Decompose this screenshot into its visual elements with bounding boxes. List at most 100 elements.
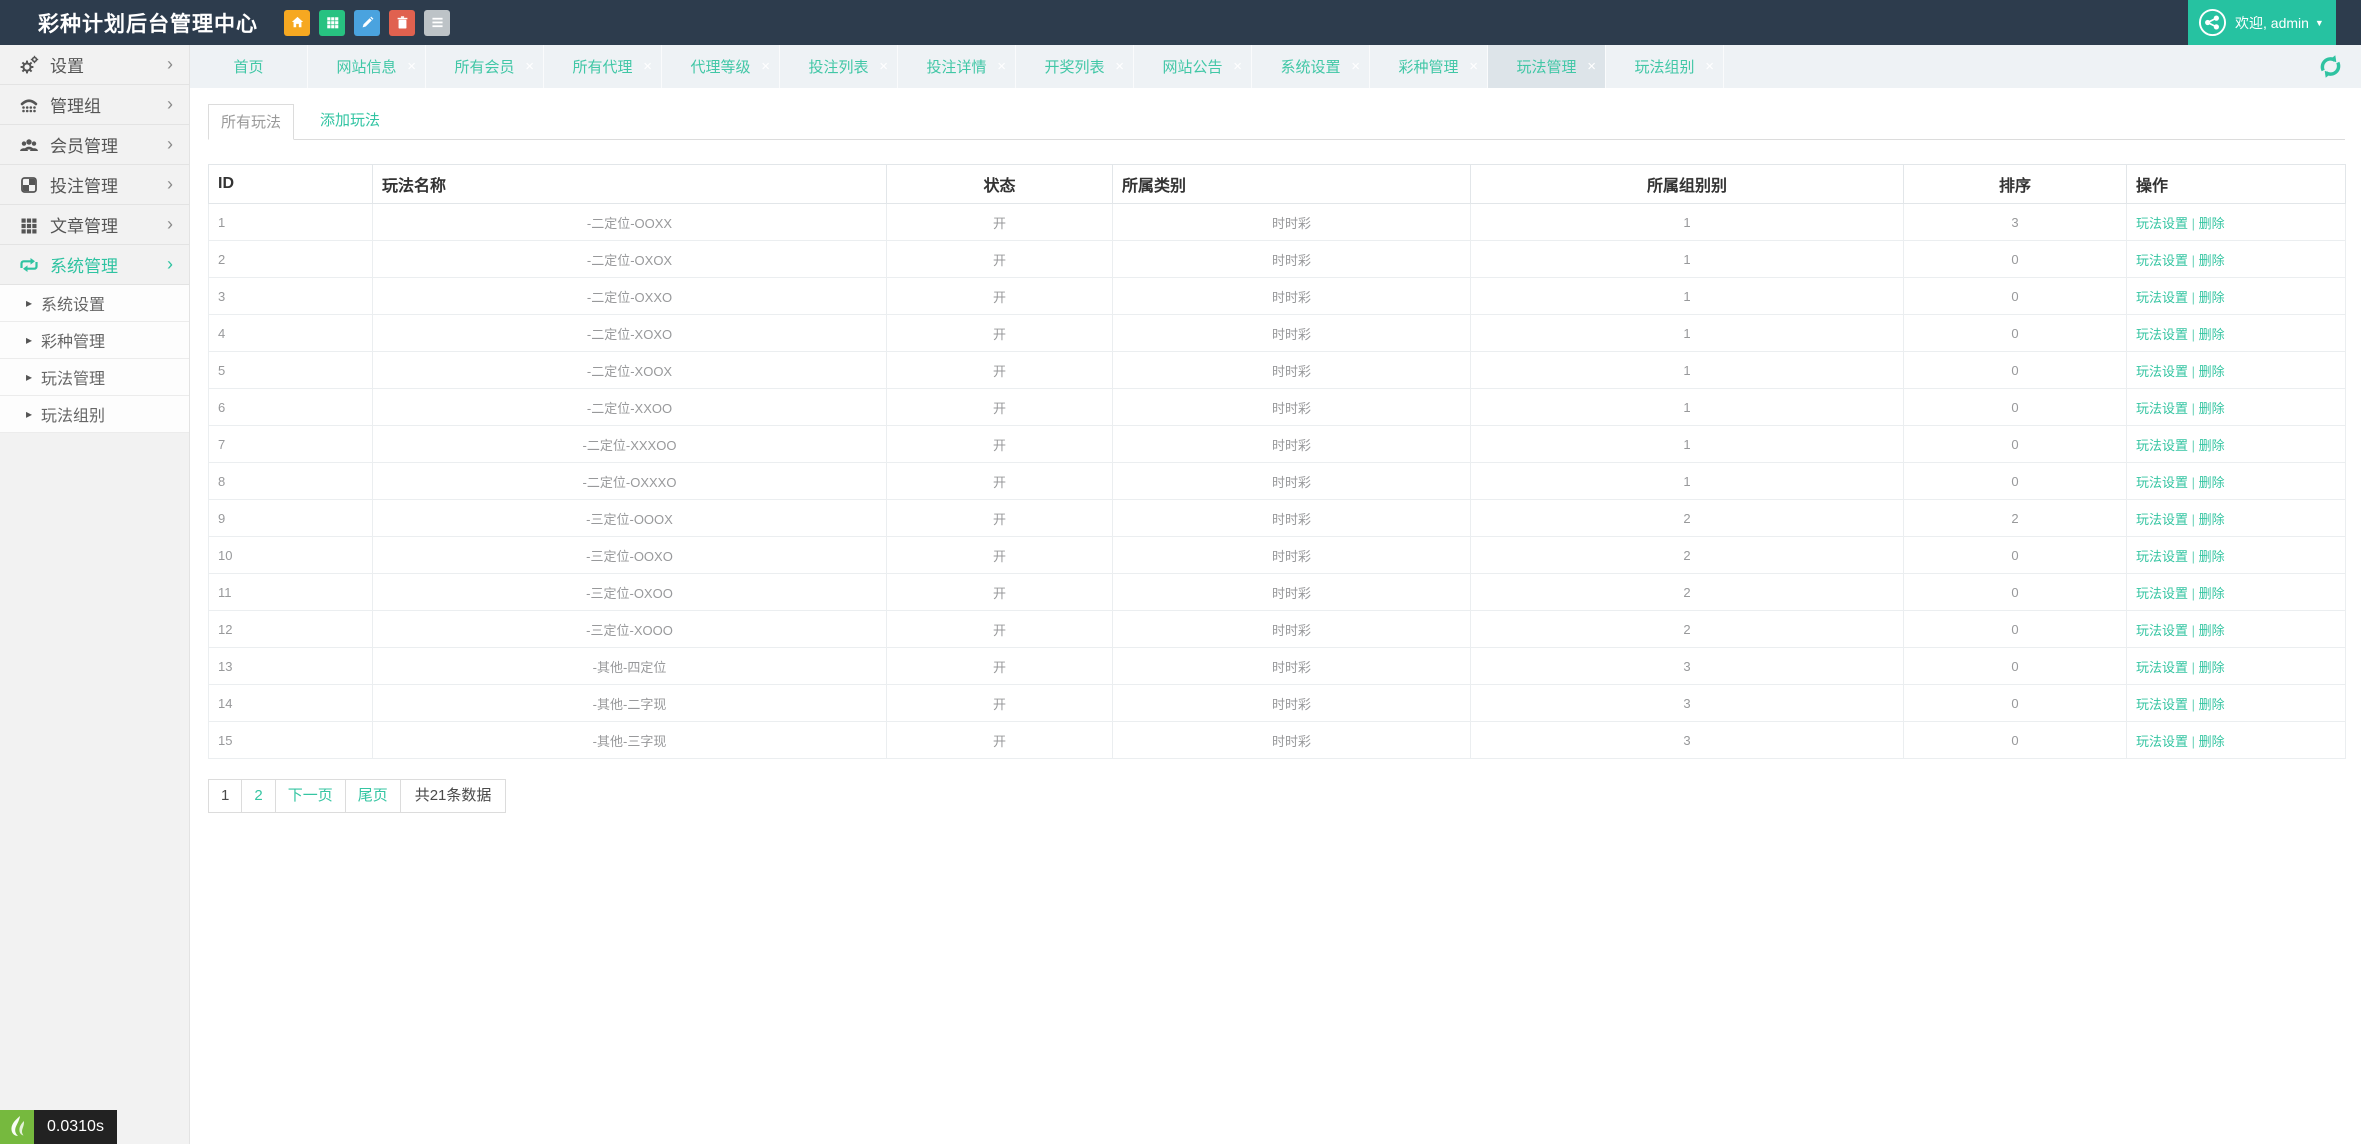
play-settings-link[interactable]: 玩法设置 (2136, 734, 2188, 749)
cell-category: 时时彩 (1113, 241, 1471, 278)
sidebar-subitem-label: 系统设置 (41, 291, 105, 315)
action-divider: | (2188, 660, 2199, 675)
cell-status: 开 (887, 685, 1113, 722)
delete-link[interactable]: 删除 (2199, 586, 2225, 601)
cell-sort: 0 (1904, 574, 2127, 611)
close-icon[interactable]: × (997, 58, 1006, 75)
chevron-right-icon: › (167, 94, 173, 115)
close-icon[interactable]: × (1233, 58, 1242, 75)
subtab-add-play[interactable]: 添加玩法 (308, 103, 392, 139)
tab-label: 系统设置 (1280, 56, 1340, 77)
play-settings-link[interactable]: 玩法设置 (2136, 512, 2188, 527)
cell-actions: 玩法设置 | 删除 (2127, 352, 2346, 389)
play-settings-link[interactable]: 玩法设置 (2136, 216, 2188, 231)
close-icon[interactable]: × (1705, 58, 1714, 75)
tab-1[interactable]: 网站信息× (308, 45, 426, 88)
tab-11[interactable]: 玩法管理× (1488, 45, 1606, 88)
play-settings-link[interactable]: 玩法设置 (2136, 660, 2188, 675)
delete-link[interactable]: 删除 (2199, 475, 2225, 490)
trash-icon-button[interactable] (389, 10, 415, 36)
delete-link[interactable]: 删除 (2199, 438, 2225, 453)
play-settings-link[interactable]: 玩法设置 (2136, 364, 2188, 379)
subtab-all-plays[interactable]: 所有玩法 (208, 104, 294, 140)
delete-link[interactable]: 删除 (2199, 253, 2225, 268)
sidebar-subitem-3[interactable]: ▸玩法组别 (0, 396, 189, 433)
tab-12[interactable]: 玩法组别× (1606, 45, 1724, 88)
cell-group: 2 (1471, 537, 1904, 574)
close-icon[interactable]: × (879, 58, 888, 75)
last-page-button[interactable]: 尾页 (345, 779, 401, 813)
cell-status: 开 (887, 315, 1113, 352)
pencil-icon-button[interactable] (354, 10, 380, 36)
grid-icon-button[interactable] (319, 10, 345, 36)
chevron-right-icon: › (167, 134, 173, 155)
page-button-1[interactable]: 1 (208, 779, 242, 813)
delete-link[interactable]: 删除 (2199, 364, 2225, 379)
close-icon[interactable]: × (1587, 58, 1596, 75)
tab-7[interactable]: 开奖列表 × (1016, 45, 1134, 88)
tab-label: 开奖列表 (1044, 56, 1104, 77)
sidebar-item-1[interactable]: 管理组› (0, 85, 189, 125)
cell-id: 5 (209, 352, 373, 389)
delete-link[interactable]: 删除 (2199, 549, 2225, 564)
list-icon-button[interactable] (424, 10, 450, 36)
tab-0[interactable]: 首页 (190, 45, 308, 88)
play-settings-link[interactable]: 玩法设置 (2136, 327, 2188, 342)
tab-10[interactable]: 彩种管理× (1370, 45, 1488, 88)
tab-6[interactable]: 投注详情× (898, 45, 1016, 88)
delete-link[interactable]: 删除 (2199, 623, 2225, 638)
close-icon[interactable]: × (1469, 58, 1478, 75)
sidebar-item-2[interactable]: 会员管理› (0, 125, 189, 165)
sidebar-item-5[interactable]: 系统管理› (0, 245, 189, 285)
cell-id: 13 (209, 648, 373, 685)
sidebar-item-0[interactable]: 设置› (0, 45, 189, 85)
tab-label: 首页 (233, 56, 263, 77)
play-settings-link[interactable]: 玩法设置 (2136, 438, 2188, 453)
tab-4[interactable]: 代理等级× (662, 45, 780, 88)
delete-link[interactable]: 删除 (2199, 401, 2225, 416)
tab-8[interactable]: 网站公告× (1134, 45, 1252, 88)
tab-9[interactable]: 系统设置 × (1252, 45, 1370, 88)
close-icon[interactable]: × (1351, 58, 1360, 75)
close-icon[interactable]: × (643, 58, 652, 75)
user-menu[interactable]: 欢迎, admin ▼ (2188, 0, 2336, 45)
play-settings-link[interactable]: 玩法设置 (2136, 253, 2188, 268)
delete-link[interactable]: 删除 (2199, 290, 2225, 305)
play-settings-link[interactable]: 玩法设置 (2136, 586, 2188, 601)
delete-link[interactable]: 删除 (2199, 327, 2225, 342)
play-settings-link[interactable]: 玩法设置 (2136, 697, 2188, 712)
next-page-button[interactable]: 下一页 (275, 779, 346, 813)
delete-link[interactable]: 删除 (2199, 697, 2225, 712)
cell-status: 开 (887, 537, 1113, 574)
tab-5[interactable]: 投注列表× (780, 45, 898, 88)
close-icon[interactable]: × (525, 58, 534, 75)
tab-2[interactable]: 所有会员× (426, 45, 544, 88)
tab-3[interactable]: 所有代理× (544, 45, 662, 88)
play-settings-link[interactable]: 玩法设置 (2136, 401, 2188, 416)
delete-link[interactable]: 删除 (2199, 660, 2225, 675)
close-icon[interactable]: × (761, 58, 770, 75)
close-icon[interactable]: × (407, 58, 416, 75)
sidebar-subitem-0[interactable]: ▸系统设置 (0, 285, 189, 322)
play-settings-link[interactable]: 玩法设置 (2136, 290, 2188, 305)
page-button-2[interactable]: 2 (241, 779, 275, 813)
action-divider: | (2188, 697, 2199, 712)
refresh-icon[interactable] (2318, 54, 2343, 79)
home-icon-button[interactable] (284, 10, 310, 36)
delete-link[interactable]: 删除 (2199, 512, 2225, 527)
sidebar-item-4[interactable]: 文章管理› (0, 205, 189, 245)
sidebar-subitem-1[interactable]: ▸彩种管理 (0, 322, 189, 359)
sidebar: 设置›管理组›会员管理›投注管理›文章管理›系统管理› ▸系统设置▸彩种管理▸玩… (0, 45, 190, 1144)
sidebar-item-3[interactable]: 投注管理› (0, 165, 189, 205)
cell-play-name: -三定位-OXOO (373, 574, 887, 611)
cell-status: 开 (887, 204, 1113, 241)
cell-id: 14 (209, 685, 373, 722)
play-settings-link[interactable]: 玩法设置 (2136, 623, 2188, 638)
play-settings-link[interactable]: 玩法设置 (2136, 475, 2188, 490)
close-icon[interactable]: × (1115, 58, 1124, 75)
delete-link[interactable]: 删除 (2199, 734, 2225, 749)
play-settings-link[interactable]: 玩法设置 (2136, 549, 2188, 564)
delete-link[interactable]: 删除 (2199, 216, 2225, 231)
cell-actions: 玩法设置 | 删除 (2127, 389, 2346, 426)
sidebar-subitem-2[interactable]: ▸玩法管理 (0, 359, 189, 396)
